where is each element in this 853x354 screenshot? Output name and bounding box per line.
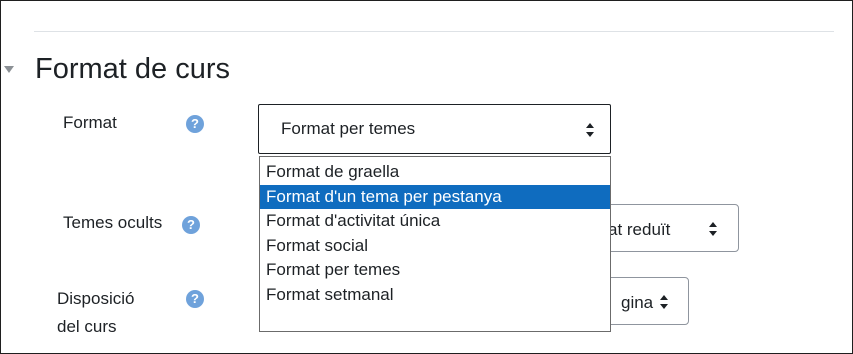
question-circle-icon[interactable]: ? xyxy=(186,115,204,133)
dropdown-option[interactable]: Format d'activitat única xyxy=(260,209,610,234)
question-circle-icon[interactable]: ? xyxy=(186,290,204,308)
hidden-sections-value: at reduït xyxy=(608,220,671,239)
dropdown-option[interactable]: Format per temes xyxy=(260,258,610,283)
form-panel: Format de curs Format ? at reduït Temes … xyxy=(0,0,853,354)
format-label: Format xyxy=(63,113,117,132)
select-arrows-icon xyxy=(709,222,717,236)
format-dropdown-list: Format de graella Format d'un tema per p… xyxy=(259,156,611,332)
collapse-caret-icon[interactable] xyxy=(4,66,14,73)
format-select[interactable]: Format per temes xyxy=(258,104,611,154)
select-arrows-icon xyxy=(660,295,668,309)
dropdown-option[interactable]: Format d'un tema per pestanya xyxy=(260,184,610,209)
dropdown-option[interactable]: Format setmanal xyxy=(260,283,610,308)
select-arrows-icon xyxy=(586,123,594,137)
course-layout-value: gina xyxy=(621,293,654,312)
section-title[interactable]: Format de curs xyxy=(35,53,230,86)
dropdown-option[interactable]: Format social xyxy=(260,234,610,259)
format-select-value: Format per temes xyxy=(281,119,416,138)
section-divider xyxy=(34,31,834,32)
course-layout-label-line2: del curs xyxy=(57,317,117,336)
hidden-sections-label: Temes ocults xyxy=(63,213,163,232)
question-circle-icon[interactable]: ? xyxy=(182,216,200,234)
dropdown-option[interactable]: Format de graella xyxy=(260,160,610,185)
course-layout-label-line1: Disposició xyxy=(57,289,135,308)
